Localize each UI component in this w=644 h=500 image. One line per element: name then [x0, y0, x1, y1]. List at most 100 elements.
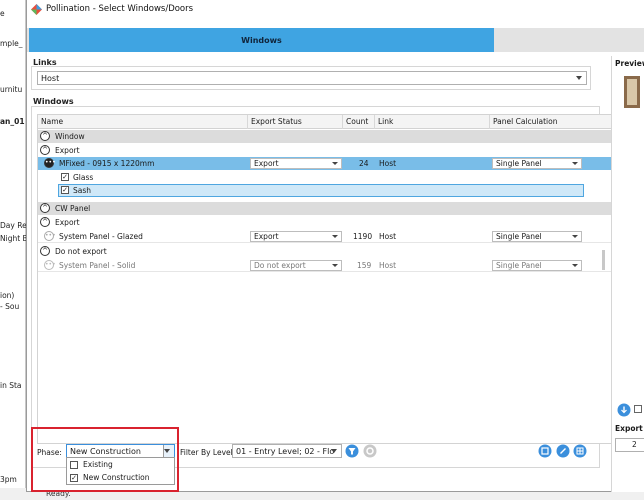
option-label: New Construction: [83, 473, 150, 482]
panel-calc-value: Single Panel: [496, 159, 542, 168]
list-item-glass[interactable]: ✓ Glass: [38, 171, 614, 184]
group-row-cw-panel: ^ CW Panel: [38, 202, 614, 215]
chevron-down-icon: [572, 162, 578, 165]
bg-fragment: in Sta: [0, 381, 22, 390]
subgroup-label: Export: [55, 218, 80, 227]
export-status-value: Do not export: [254, 261, 306, 270]
subgroup-label: Do not export: [55, 247, 107, 256]
collapse-icon[interactable]: ^: [40, 246, 50, 256]
subgroup-row-do-not-export: ^ Do not export: [38, 245, 614, 258]
collapse-icon[interactable]: ^: [40, 131, 50, 141]
export-status-dropdown[interactable]: Export: [250, 158, 342, 169]
bg-fragment: e: [0, 9, 5, 18]
export-status-value: Export: [254, 159, 279, 168]
export-count-field[interactable]: 2: [615, 438, 644, 452]
row-name: System Panel - Glazed: [59, 232, 143, 241]
subgroup-row-export: ^ Export: [38, 216, 614, 229]
window-title: Pollination - Select Windows/Doors: [46, 4, 194, 14]
bg-fragment: 3pm: [0, 475, 17, 484]
existing-checkbox[interactable]: [70, 461, 78, 469]
collapse-icon[interactable]: ^: [40, 145, 50, 155]
glass-checkbox[interactable]: ✓: [61, 173, 69, 181]
title-bar: Pollination - Select Windows/Doors: [27, 0, 644, 20]
filter-level-dropdown[interactable]: 01 - Entry Level; 02 - Floor;: [232, 444, 342, 458]
export-status-dropdown[interactable]: Do not export: [250, 260, 342, 271]
checkbox[interactable]: [634, 405, 642, 413]
col-export-status[interactable]: Export Status: [248, 115, 343, 129]
subgroup-label: Export: [55, 146, 80, 155]
export-status-dropdown[interactable]: Export: [250, 231, 342, 242]
chevron-down-icon: [332, 264, 338, 267]
export-status-value: Export: [254, 232, 279, 241]
clear-filter-icon[interactable]: [363, 444, 377, 458]
new-construction-checkbox[interactable]: ✓: [70, 474, 78, 482]
more-icon[interactable]: •••: [44, 158, 56, 168]
table-row-mfixed[interactable]: ••• MFixed - 0915 x 1220mm Export 24 Hos…: [38, 157, 614, 170]
select-windows-dialog: Pollination - Select Windows/Doors Windo…: [26, 0, 644, 492]
row-link: Host: [379, 232, 397, 241]
tab-doors[interactable]: [494, 28, 644, 52]
background-app-strip: e mple_ urnitu an_01 Day Re Night B ion)…: [0, 0, 26, 500]
panel-calc-dropdown[interactable]: Single Panel: [492, 231, 582, 242]
phase-option-existing[interactable]: Existing: [67, 459, 174, 471]
col-panel-calculation[interactable]: Panel Calculation: [490, 115, 614, 129]
panel-calc-dropdown[interactable]: Single Panel: [492, 260, 582, 271]
table-row-solid[interactable]: ••• System Panel - Solid Do not export 1…: [38, 259, 614, 272]
pollination-logo-icon: [31, 4, 42, 15]
edit-icon[interactable]: [556, 444, 570, 458]
chevron-down-icon: [572, 235, 578, 238]
bg-fragment: an_01: [0, 117, 25, 126]
bg-fragment: urnitu: [0, 85, 23, 94]
bg-fragment: - Sou: [0, 302, 20, 311]
scrollbar-thumb[interactable]: [602, 250, 605, 270]
table-row-glazed[interactable]: ••• System Panel - Glazed Export 1190 Ho…: [38, 230, 614, 243]
chevron-down-icon: [331, 449, 337, 453]
col-link[interactable]: Link: [375, 115, 490, 129]
chevron-down-icon: [332, 162, 338, 165]
phase-dropdown[interactable]: New Construction: [66, 444, 175, 458]
group-label: Window: [55, 132, 85, 141]
bg-fragment: ion): [0, 291, 15, 300]
panel-calc-dropdown[interactable]: Single Panel: [492, 158, 582, 169]
collapse-icon[interactable]: ^: [40, 217, 50, 227]
chevron-down-icon: [332, 235, 338, 238]
phase-value: New Construction: [70, 446, 141, 456]
phase-label: Phase:: [37, 448, 62, 457]
grid-view-icon[interactable]: [573, 444, 587, 458]
links-groupbox: Host: [31, 66, 591, 90]
col-count[interactable]: Count: [343, 115, 375, 129]
col-name[interactable]: Name: [38, 115, 248, 129]
bg-fragment: mple_: [0, 39, 23, 48]
select-all-icon[interactable]: [538, 444, 552, 458]
more-icon[interactable]: •••: [44, 260, 56, 270]
more-icon[interactable]: •••: [44, 231, 56, 241]
tab-windows[interactable]: Windows: [29, 28, 494, 52]
export-count-value: 2: [632, 440, 637, 449]
group-row-window: ^ Window: [38, 130, 614, 143]
download-icon[interactable]: [617, 403, 631, 417]
row-name: System Panel - Solid: [59, 261, 136, 270]
row-name: MFixed - 0915 x 1220mm: [59, 159, 155, 168]
chevron-down-icon: [164, 449, 170, 453]
windows-grid: Name Export Status Count Link Panel Calc…: [37, 114, 615, 444]
row-link: Host: [379, 261, 397, 270]
phase-options-list: Existing ✓ New Construction: [66, 457, 175, 485]
sash-checkbox[interactable]: ✓: [61, 186, 69, 194]
filter-icon[interactable]: [345, 444, 359, 458]
filter-level-label: Filter By Level:: [180, 448, 236, 457]
phase-option-new-construction[interactable]: ✓ New Construction: [67, 472, 174, 484]
group-label: CW Panel: [55, 204, 91, 213]
bg-fragment: Day Re: [0, 221, 26, 230]
row-link: Host: [379, 159, 397, 168]
chevron-down-icon: [576, 76, 582, 80]
links-dropdown[interactable]: Host: [37, 71, 587, 85]
list-item-sash[interactable]: ✓ Sash: [58, 184, 584, 197]
preview-panel: Preview Export 2: [611, 56, 644, 492]
panel-calc-value: Single Panel: [496, 261, 542, 270]
row-count: 159: [357, 261, 372, 270]
tab-bar: Windows: [27, 28, 644, 52]
windows-label: Windows: [33, 97, 74, 106]
subgroup-row-export: ^ Export: [38, 144, 614, 157]
collapse-icon[interactable]: ^: [40, 203, 50, 213]
panel-calc-value: Single Panel: [496, 232, 542, 241]
